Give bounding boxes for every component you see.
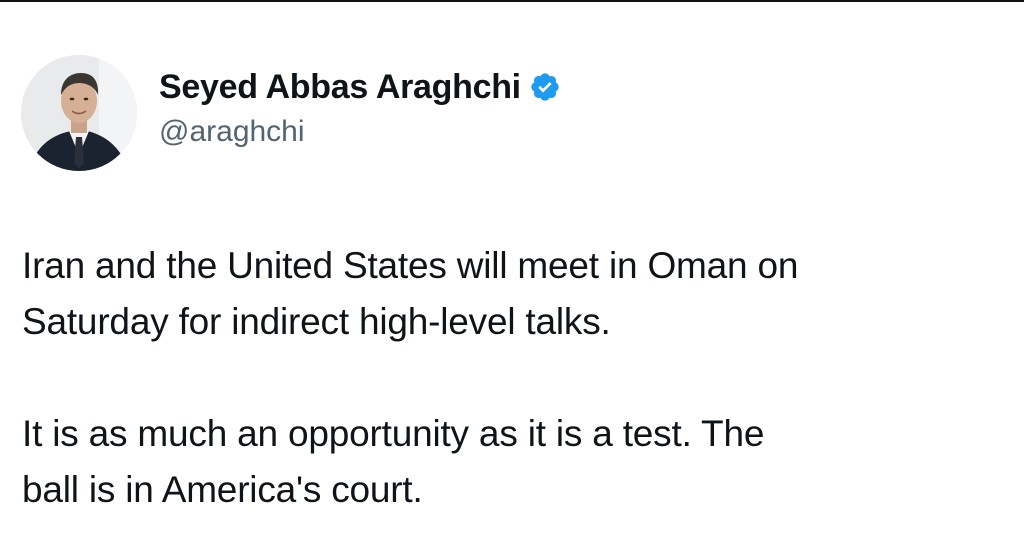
- tweet-line: ball is in America's court.: [22, 469, 423, 510]
- profile-photo: [21, 55, 137, 171]
- tweet-line: Iran and the United States will meet in …: [22, 245, 799, 286]
- author-display-name[interactable]: Seyed Abbas Araghchi: [159, 68, 521, 107]
- verified-badge-icon[interactable]: [529, 71, 561, 103]
- tweet-text: Iran and the United States will meet in …: [22, 238, 1002, 518]
- author-handle[interactable]: @araghchi: [159, 115, 305, 149]
- avatar[interactable]: [21, 55, 137, 171]
- tweet-card: Seyed Abbas Araghchi @araghchi Iran and …: [0, 0, 1024, 555]
- tweet-paragraph: It is as much an opportunity as it is a …: [22, 406, 1002, 518]
- tweet-line: It is as much an opportunity as it is a …: [22, 413, 765, 454]
- author-name-row: Seyed Abbas Araghchi: [159, 64, 561, 110]
- tweet-line: Saturday for indirect high-level talks.: [22, 301, 611, 342]
- tweet-paragraph: Iran and the United States will meet in …: [22, 238, 1002, 350]
